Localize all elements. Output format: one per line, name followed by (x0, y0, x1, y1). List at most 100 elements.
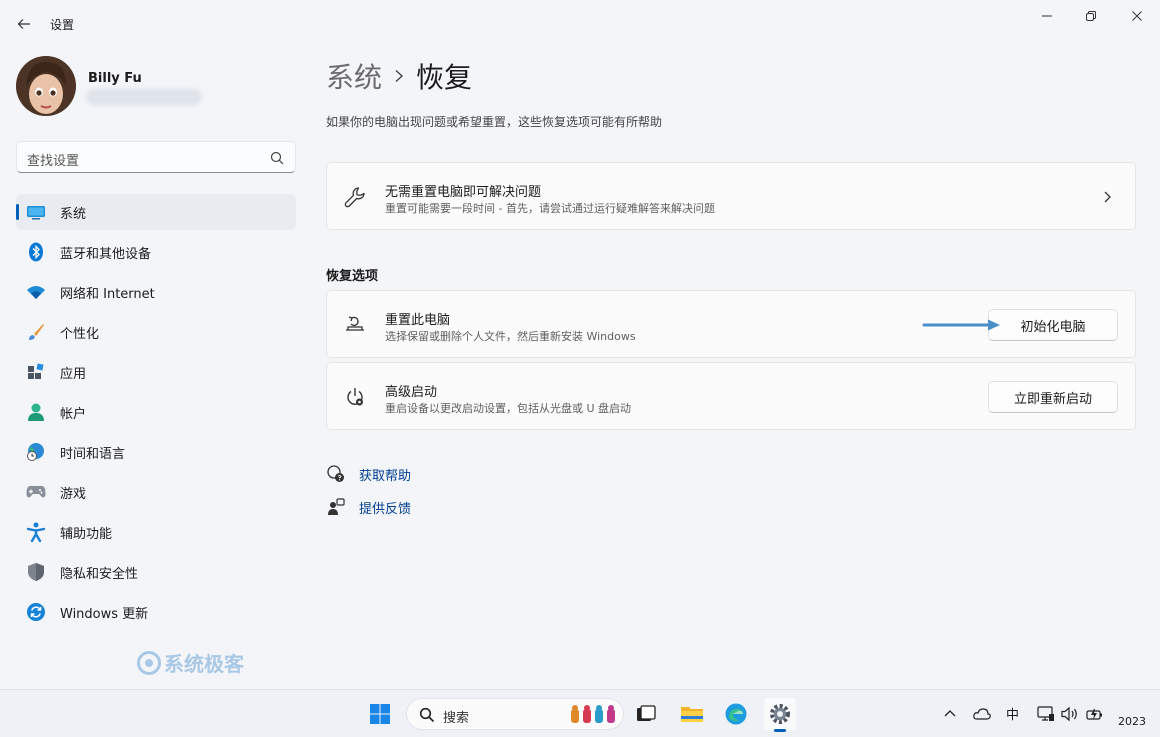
task-view-icon (637, 705, 656, 721)
feedback-text[interactable]: 提供反馈 (359, 498, 411, 517)
reset-pc-button[interactable]: 初始化电脑 (988, 309, 1118, 341)
get-help-link[interactable]: 获取帮助 (326, 464, 411, 484)
sidebar-item-label: 游戏 (60, 486, 87, 502)
settings-taskbar-button[interactable] (764, 698, 796, 732)
start-button[interactable] (364, 698, 396, 730)
close-button[interactable] (1114, 0, 1160, 32)
sidebar-item-label: 时间和语言 (60, 446, 126, 462)
watermark-text: 系统极客 (164, 652, 244, 676)
accessibility-icon (26, 522, 46, 542)
sidebar-item-time-language[interactable]: 时间和语言 (16, 434, 296, 470)
sidebar-item-network[interactable]: 网络和 Internet (16, 274, 296, 310)
reset-pc-icon (343, 313, 367, 337)
restore-button[interactable] (1068, 0, 1114, 32)
page-title: 恢复 (416, 61, 473, 94)
annotation-arrow (922, 319, 1000, 331)
sidebar-nav: 系统 蓝牙和其他设备 网络和 Internet 个性化 应用 帐户 时间和语言 … (16, 194, 296, 634)
avatar (16, 56, 76, 116)
sidebar-item-accessibility[interactable]: 辅助功能 (16, 514, 296, 550)
sidebar-item-gaming[interactable]: 游戏 (16, 474, 296, 510)
title-bar: 设置 (0, 0, 1160, 48)
battery-icon[interactable] (1086, 706, 1104, 722)
sidebar-item-label: 系统 (60, 206, 87, 222)
account-icon (26, 402, 46, 422)
sidebar-item-label: 网络和 Internet (60, 286, 155, 302)
sidebar-item-label: 个性化 (60, 326, 100, 342)
reset-pc-title: 重置此电脑 (385, 313, 451, 328)
minimize-icon (1042, 15, 1052, 17)
chevron-right-icon (1104, 191, 1111, 203)
taskbar-search[interactable]: 搜索 (406, 698, 624, 730)
clock-year[interactable]: 2023 (1118, 715, 1146, 728)
search-icon[interactable] (269, 150, 285, 166)
sidebar-item-windows-update[interactable]: Windows 更新 (16, 594, 296, 630)
sidebar-item-bluetooth[interactable]: 蓝牙和其他设备 (16, 234, 296, 270)
task-view-button[interactable] (630, 698, 662, 730)
troubleshoot-subtitle: 重置可能需要一段时间 - 首先，请尝试通过运行疑难解答来解决问题 (385, 202, 715, 215)
restore-icon (1086, 11, 1096, 21)
section-title: 恢复选项 (326, 269, 379, 284)
app-title: 设置 (50, 18, 75, 32)
troubleshoot-card[interactable]: 无需重置电脑即可解决问题 重置可能需要一段时间 - 首先，请尝试通过运行疑难解答… (326, 162, 1136, 230)
bluetooth-icon (26, 242, 46, 262)
advanced-startup-title: 高级启动 (385, 385, 438, 400)
globe-clock-icon (26, 442, 46, 462)
watermark: 系统极客 (136, 648, 244, 677)
network-monitor-icon[interactable] (1037, 706, 1055, 722)
sidebar-item-label: Windows 更新 (60, 606, 149, 622)
apps-icon (26, 362, 46, 382)
get-help-text[interactable]: 获取帮助 (359, 465, 411, 484)
wifi-icon (26, 282, 46, 302)
feedback-link[interactable]: 提供反馈 (326, 497, 411, 517)
back-button[interactable] (10, 10, 38, 38)
ime-indicator[interactable]: 中 (1006, 704, 1019, 723)
brush-icon (26, 322, 46, 342)
page-description: 如果你的电脑出现问题或希望重置，这些恢复选项可能有所帮助 (326, 115, 663, 129)
user-profile[interactable]: Billy Fu (16, 56, 296, 120)
windows-logo-icon (370, 704, 390, 724)
minimize-button[interactable] (1024, 0, 1070, 32)
breadcrumb-chevron-icon (395, 69, 404, 83)
sidebar-item-label: 应用 (60, 366, 87, 382)
advanced-startup-card: 高级启动 重启设备以更改启动设置，包括从光盘或 U 盘启动 立即重新启动 (326, 362, 1136, 430)
breadcrumb: 系统 恢复 (326, 56, 472, 96)
feedback-icon (326, 497, 346, 517)
restart-now-button[interactable]: 立即重新启动 (988, 381, 1118, 413)
gear-icon (770, 704, 790, 724)
advanced-startup-subtitle: 重启设备以更改启动设置，包括从光盘或 U 盘启动 (385, 402, 632, 415)
shield-icon (26, 562, 46, 582)
sidebar-item-label: 隐私和安全性 (60, 566, 139, 582)
user-email-redacted (86, 89, 202, 105)
reset-pc-subtitle: 选择保留或删除个人文件，然后重新安装 Windows (385, 330, 636, 343)
settings-search-input[interactable]: 查找设置 (16, 141, 296, 173)
taskbar-search-label: 搜索 (443, 711, 470, 726)
update-icon (26, 602, 46, 622)
search-icon (419, 707, 435, 723)
sidebar-item-system[interactable]: 系统 (16, 194, 296, 230)
tray-chevron-up-icon[interactable] (944, 708, 956, 718)
sidebar-item-accounts[interactable]: 帐户 (16, 394, 296, 430)
sidebar-item-label: 蓝牙和其他设备 (60, 246, 152, 262)
user-name: Billy Fu (88, 71, 142, 86)
system-icon (26, 202, 46, 222)
edge-icon (725, 703, 747, 725)
troubleshoot-title: 无需重置电脑即可解决问题 (385, 185, 542, 200)
close-icon (1132, 11, 1142, 21)
taskbar: 搜索 中 2023 (0, 689, 1160, 737)
watermark-logo-icon (137, 650, 161, 675)
reset-pc-card: 重置此电脑 选择保留或删除个人文件，然后重新安装 Windows 初始化电脑 (326, 290, 1136, 358)
file-explorer-button[interactable] (676, 698, 708, 730)
folder-icon (681, 707, 703, 722)
search-highlight-icon (571, 705, 615, 723)
advanced-startup-icon (343, 385, 367, 409)
edge-button[interactable] (720, 698, 752, 730)
gamepad-icon (26, 482, 46, 502)
sidebar-item-privacy[interactable]: 隐私和安全性 (16, 554, 296, 590)
volume-icon[interactable] (1061, 706, 1079, 722)
breadcrumb-parent[interactable]: 系统 (326, 56, 382, 96)
sidebar-item-label: 帐户 (60, 406, 87, 422)
sidebar-item-label: 辅助功能 (60, 526, 113, 542)
sidebar-item-personalization[interactable]: 个性化 (16, 314, 296, 350)
sidebar-item-apps[interactable]: 应用 (16, 354, 296, 390)
cloud-icon[interactable] (973, 708, 991, 720)
